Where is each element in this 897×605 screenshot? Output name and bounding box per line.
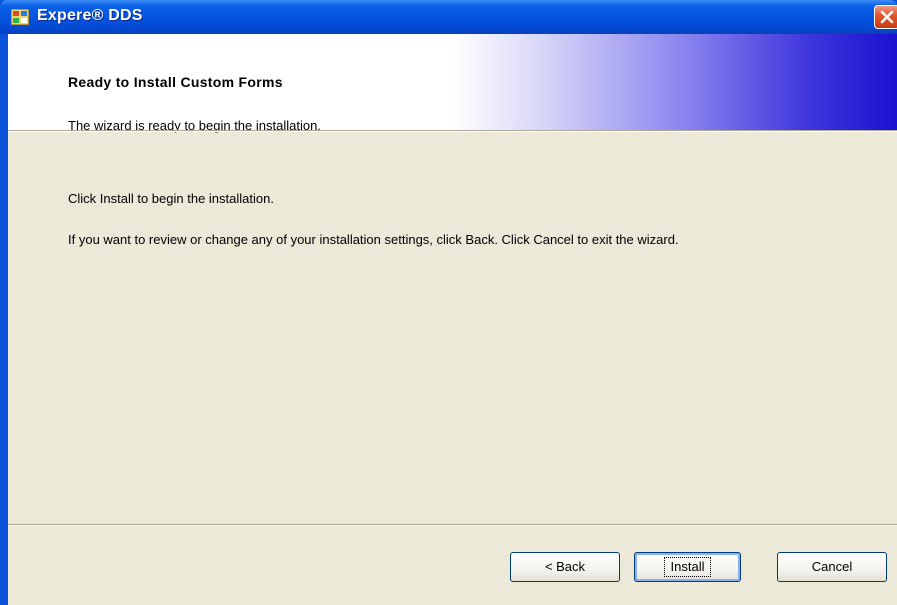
page-title: Ready to Install Custom Forms (68, 74, 283, 90)
cancel-button-label: Cancel (811, 559, 853, 574)
installer-window-icon (10, 8, 30, 26)
wizard-header-banner: Ready to Install Custom Forms The wizard… (8, 34, 897, 133)
back-button[interactable]: < Back (510, 552, 620, 582)
title-bar[interactable]: Expere® DDS (0, 0, 897, 34)
back-button-label: < Back (544, 559, 586, 574)
installer-window: Expere® DDS Ready to Install Custom Form… (0, 0, 897, 605)
close-icon (880, 10, 894, 24)
install-button[interactable]: Install (634, 552, 741, 582)
close-button[interactable] (874, 5, 897, 29)
install-button-label: Install (663, 557, 712, 577)
dialog-client-area: Ready to Install Custom Forms The wizard… (8, 34, 897, 605)
info-text: If you want to review or change any of y… (68, 232, 679, 247)
instruction-text: Click Install to begin the installation. (68, 191, 274, 206)
window-title: Expere® DDS (37, 7, 143, 24)
cancel-button[interactable]: Cancel (777, 552, 887, 582)
